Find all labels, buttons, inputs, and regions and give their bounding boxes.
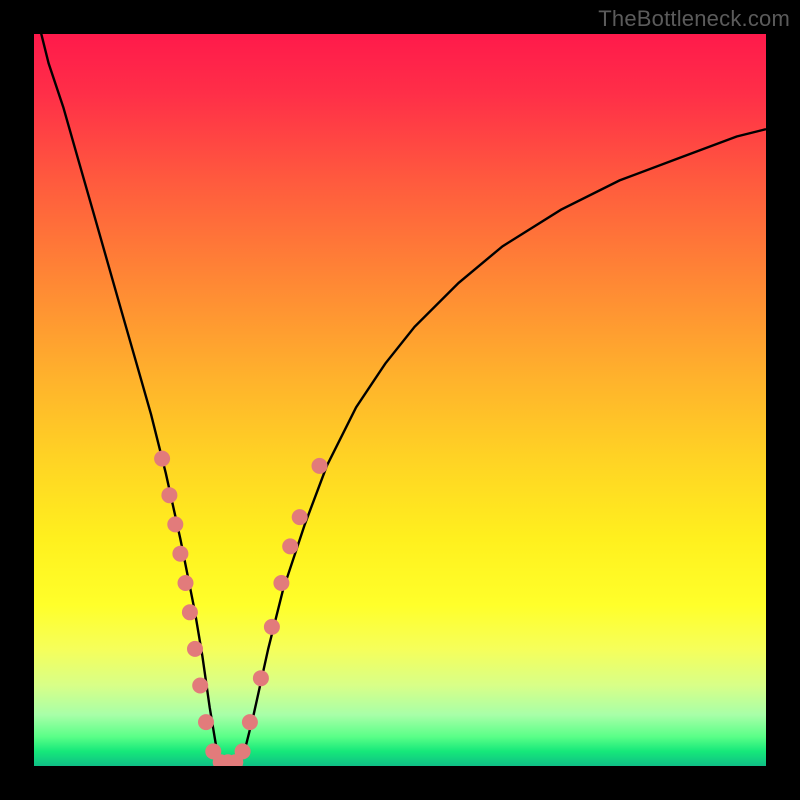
data-marker [182, 604, 198, 620]
data-marker [242, 714, 258, 730]
watermark-text: TheBottleneck.com [598, 6, 790, 32]
data-marker [154, 451, 170, 467]
data-marker [178, 575, 194, 591]
data-marker [161, 487, 177, 503]
data-marker [282, 538, 298, 554]
marker-series [154, 451, 327, 766]
data-marker [192, 678, 208, 694]
data-marker [253, 670, 269, 686]
data-marker [312, 458, 328, 474]
data-marker [198, 714, 214, 730]
data-marker [172, 546, 188, 562]
data-marker [167, 516, 183, 532]
plot-area [34, 34, 766, 766]
chart-svg [34, 34, 766, 766]
data-marker [273, 575, 289, 591]
data-marker [264, 619, 280, 635]
data-marker [187, 641, 203, 657]
bottleneck-curve-path [34, 34, 766, 766]
data-marker [235, 743, 251, 759]
curve-series [34, 34, 766, 766]
chart-frame: TheBottleneck.com [0, 0, 800, 800]
data-marker [292, 509, 308, 525]
